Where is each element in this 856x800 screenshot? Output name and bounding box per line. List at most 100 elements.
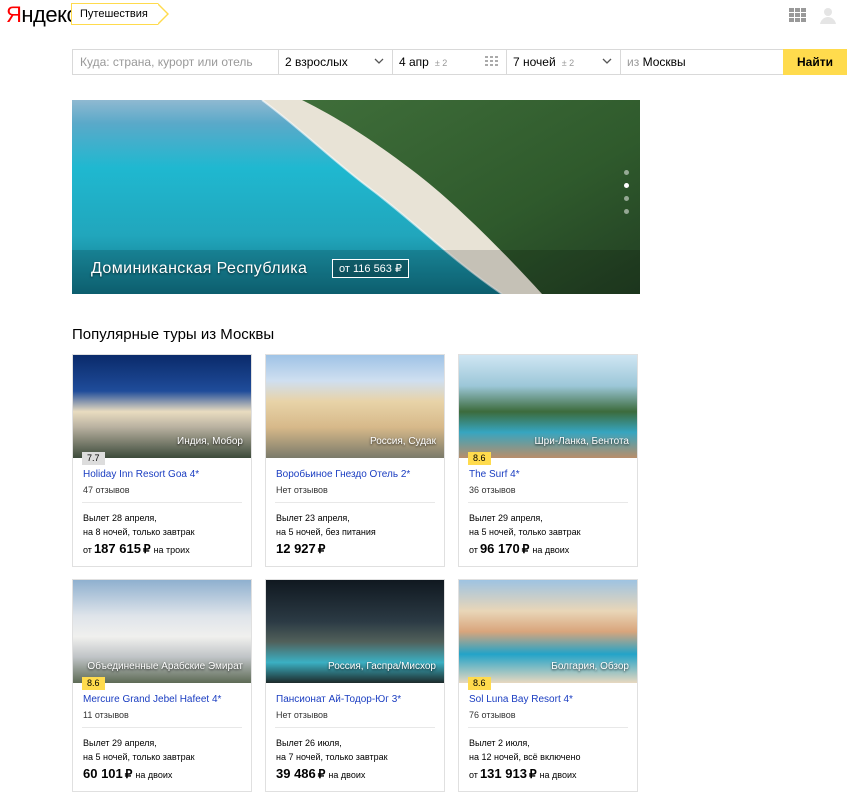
departure-info: Вылет 26 июля, на 7 ночей, только завтра… [276, 736, 388, 764]
destination-input[interactable]: Куда: страна, курорт или отель [73, 50, 279, 74]
hotel-name-link[interactable]: Воробьиное Гнездо Отель 2* [276, 469, 410, 480]
hero-banner[interactable]: Доминиканская Республика от 116 563 ₽ [72, 100, 640, 294]
nights-select[interactable]: 7 ночей ± 2 [507, 50, 621, 74]
departure-date: Вылет 29 апреля, [469, 513, 543, 523]
adults-value: 2 взрослых [285, 55, 348, 69]
destination-placeholder: Куда: страна, курорт или отель [80, 55, 253, 69]
reviews-count[interactable]: Нет отзывов [276, 710, 328, 720]
card-divider [275, 727, 435, 728]
card-divider [468, 727, 628, 728]
reviews-count[interactable]: Нет отзывов [276, 485, 328, 495]
price-row: 60 101 ₽ на двоих [83, 766, 172, 781]
card-location: Россия, Судак [369, 436, 436, 447]
tour-card[interactable]: Индия, Мобор 7.7 Holiday Inn Resort Goa … [72, 354, 252, 567]
origin-input[interactable]: из Москвы [621, 50, 783, 74]
slider-dot[interactable] [624, 209, 629, 214]
adults-select[interactable]: 2 взрослых [279, 50, 393, 74]
tour-card[interactable]: Россия, Судак Воробьиное Гнездо Отель 2*… [265, 354, 445, 567]
service-tag-label: Путешествия [80, 8, 148, 20]
services-grid-icon[interactable] [789, 8, 807, 22]
service-tag-travel[interactable]: Путешествия [71, 3, 169, 25]
price-value: 187 615 [93, 541, 141, 556]
slider-dot[interactable] [624, 196, 629, 201]
date-flex: ± 2 [434, 58, 448, 68]
slider-dots [624, 170, 630, 222]
departure-details: на 5 ночей, без питания [276, 527, 376, 537]
reviews-count[interactable]: 11 отзывов [83, 710, 129, 720]
calendar-icon [485, 56, 498, 66]
tour-card[interactable]: Шри-Ланка, Бентота 8.6 The Surf 4* 36 от… [458, 354, 638, 567]
hotel-name-link[interactable]: The Surf 4* [469, 469, 520, 480]
price-value: 39 486 [276, 766, 316, 781]
card-location: Болгария, Обзор [551, 661, 629, 672]
ruble-icon: ₽ [124, 767, 133, 781]
card-divider [82, 727, 242, 728]
price-row: от 131 913 ₽ на двоих [469, 766, 577, 781]
nights-flex: ± 2 [561, 58, 575, 68]
user-icon[interactable] [818, 5, 838, 25]
price-suffix: на двоих [532, 545, 570, 555]
departure-details: на 8 ночей, только завтрак [83, 527, 195, 537]
ruble-icon: ₽ [142, 542, 151, 556]
origin-prefix: из [627, 55, 640, 69]
departure-date: Вылет 26 июля, [276, 738, 342, 748]
yandex-logo[interactable]: Яндекс [6, 2, 77, 28]
date-field[interactable]: 4 апр ± 2 [393, 50, 507, 74]
departure-details: на 5 ночей, только завтрак [469, 527, 581, 537]
section-title: Популярные туры из Москвы [72, 326, 275, 343]
find-button[interactable]: Найти [783, 49, 847, 75]
chevron-down-icon [602, 58, 612, 64]
card-location: Индия, Мобор [177, 436, 243, 447]
card-location: Россия, Гаспра/Мисхор [327, 661, 436, 672]
departure-details: на 12 ночей, всё включено [469, 752, 581, 762]
hotel-name-link[interactable]: Holiday Inn Resort Goa 4* [83, 469, 199, 480]
tour-card[interactable]: Объединенные Арабские Эмират 8.6 Mercure… [72, 579, 252, 792]
price-prefix: от [83, 545, 92, 555]
departure-info: Вылет 28 апреля, на 8 ночей, только завт… [83, 511, 195, 539]
tour-card[interactable]: Болгария, Обзор 8.6 Sol Luna Bay Resort … [458, 579, 638, 792]
departure-details: на 5 ночей, только завтрак [83, 752, 195, 762]
price-value: 12 927 [276, 541, 316, 556]
hotel-name-link[interactable]: Пансионат Ай-Тодор-Юг 3* [276, 694, 401, 705]
rating-badge: 8.6 [82, 677, 105, 690]
card-location: Шри-Ланка, Бентота [534, 436, 630, 447]
tour-card[interactable]: Россия, Гаспра/Мисхор Пансионат Ай-Тодор… [265, 579, 445, 792]
hotel-name-link[interactable]: Sol Luna Bay Resort 4* [469, 694, 573, 705]
price-value: 60 101 [83, 766, 123, 781]
tour-search-bar: Куда: страна, курорт или отель 2 взрослы… [72, 49, 847, 75]
nights-value: 7 ночей [513, 55, 556, 69]
slider-dot-active[interactable] [624, 183, 629, 188]
price-suffix: на двоих [539, 770, 577, 780]
card-divider [275, 502, 435, 503]
hotel-name-link[interactable]: Mercure Grand Jebel Hafeet 4* [83, 694, 221, 705]
departure-date: Вылет 29 апреля, [83, 738, 157, 748]
origin-value: Москвы [642, 55, 686, 69]
date-value: 4 апр [399, 55, 429, 69]
card-divider [82, 502, 242, 503]
rating-badge: 8.6 [468, 677, 491, 690]
card-location: Объединенные Арабские Эмират [87, 661, 243, 672]
departure-info: Вылет 29 апреля, на 5 ночей, только завт… [83, 736, 195, 764]
departure-date: Вылет 23 апреля, [276, 513, 350, 523]
ruble-icon: ₽ [521, 542, 530, 556]
reviews-count[interactable]: 47 отзывов [83, 485, 130, 495]
ruble-icon: ₽ [317, 542, 326, 556]
price-suffix: на троих [153, 545, 190, 555]
reviews-count[interactable]: 36 отзывов [469, 485, 516, 495]
ruble-icon: ₽ [528, 767, 537, 781]
price-row: от 187 615 ₽ на троих [83, 541, 190, 556]
price-prefix: от [469, 545, 478, 555]
price-suffix: на двоих [328, 770, 366, 780]
slider-dot[interactable] [624, 170, 629, 175]
hero-price-badge[interactable]: от 116 563 ₽ [332, 259, 409, 278]
price-value: 96 170 [479, 541, 520, 556]
departure-date: Вылет 28 апреля, [83, 513, 157, 523]
rating-badge: 8.6 [468, 452, 491, 465]
reviews-count[interactable]: 76 отзывов [469, 710, 516, 720]
departure-info: Вылет 29 апреля, на 5 ночей, только завт… [469, 511, 581, 539]
price-suffix: на двоих [135, 770, 173, 780]
price-row: от 96 170 ₽ на двоих [469, 541, 569, 556]
departure-info: Вылет 23 апреля, на 5 ночей, без питания [276, 511, 376, 539]
price-row: 39 486 ₽ на двоих [276, 766, 365, 781]
hero-destination[interactable]: Доминиканская Республика [91, 260, 307, 278]
